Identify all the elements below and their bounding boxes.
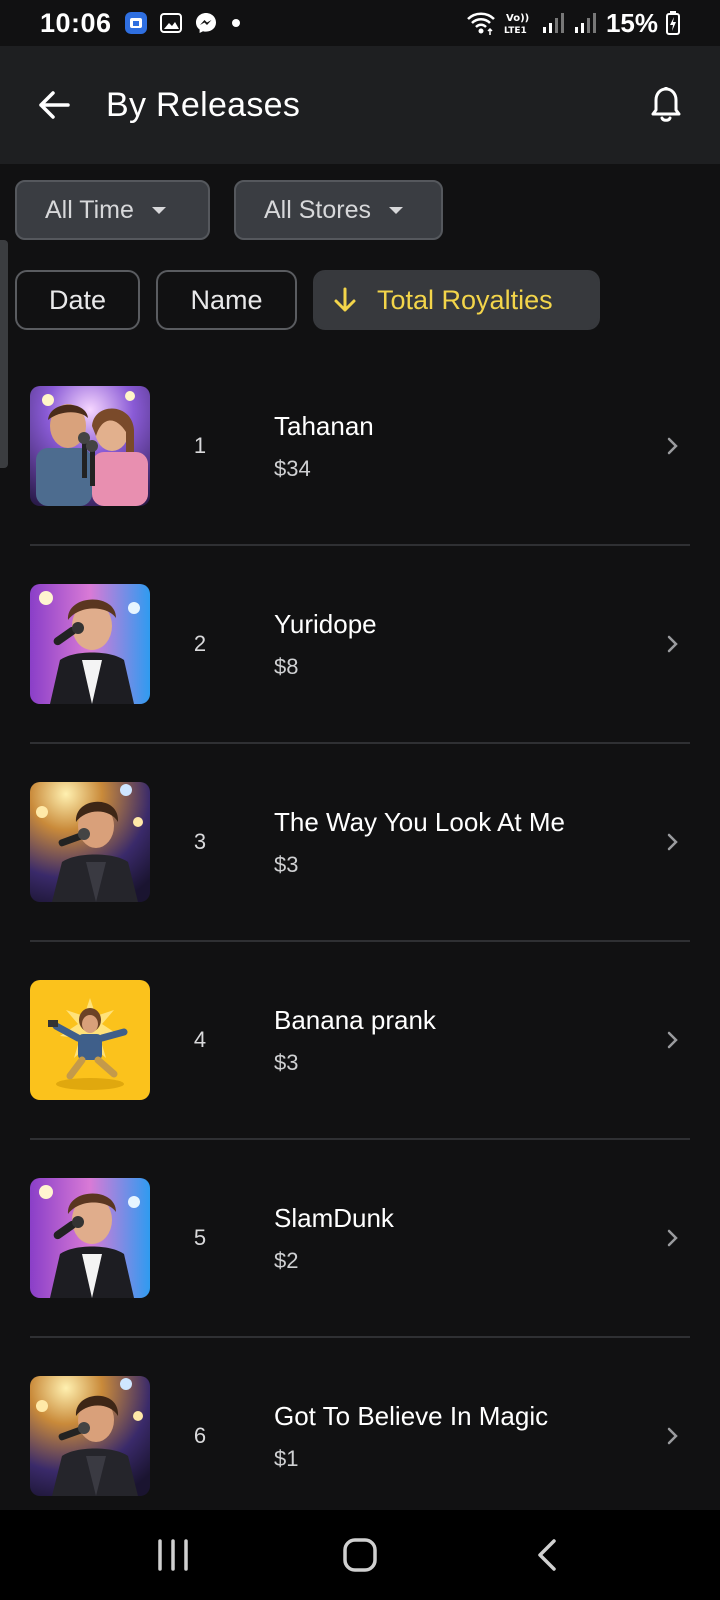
svg-text:Vo)): Vo)) <box>506 13 529 24</box>
stores-filter-dropdown[interactable]: All Stores <box>234 180 443 240</box>
sort-date-chip[interactable]: Date <box>15 270 140 330</box>
wifi-icon <box>466 10 496 36</box>
chevron-right-icon <box>667 635 678 653</box>
release-cover-image <box>30 782 150 902</box>
system-back-button[interactable] <box>517 1525 577 1585</box>
scroll-indicator <box>0 240 8 468</box>
release-rank: 5 <box>193 1225 207 1250</box>
gallery-icon <box>159 12 182 34</box>
release-rank: 1 <box>193 433 207 458</box>
release-royalties: $3 <box>274 851 299 877</box>
release-rank: 4 <box>193 1027 207 1052</box>
release-rank: 2 <box>193 631 207 656</box>
sort-total-royalties-chip[interactable]: Total Royalties <box>313 270 600 330</box>
status-bar: 10:06 Vo)) LTE1 15% <box>0 0 720 46</box>
bell-icon <box>651 87 681 122</box>
release-row[interactable]: 3 The Way You Look At Me $3 <box>30 744 690 942</box>
recent-apps-button[interactable] <box>143 1525 203 1585</box>
release-title: Yuridope <box>274 608 377 639</box>
release-info: The Way You Look At Me $3 <box>274 807 565 878</box>
release-title: Tahanan <box>274 410 374 441</box>
release-royalties: $8 <box>274 653 299 679</box>
filter-row: All Time All Stores <box>15 180 443 240</box>
back-button[interactable] <box>36 87 72 123</box>
caret-down-icon <box>388 206 403 214</box>
release-cover-image <box>30 1376 150 1496</box>
chevron-right-icon <box>667 1229 678 1247</box>
arrow-left-icon <box>39 91 70 119</box>
recent-apps-icon <box>158 1539 189 1571</box>
messenger-icon <box>194 11 218 35</box>
sort-row: Date Name Total Royalties <box>15 270 600 330</box>
release-title: Banana prank <box>274 1004 436 1035</box>
signal-icon <box>542 12 566 34</box>
sort-name-label: Name <box>190 284 263 315</box>
caret-down-icon <box>151 206 166 214</box>
back-chevron-icon <box>537 1539 556 1571</box>
release-info: Tahanan $34 <box>274 411 374 482</box>
signal-2-icon <box>574 12 598 34</box>
battery-percent: 15% <box>605 7 658 38</box>
release-row[interactable]: 2 Yuridope $8 <box>30 546 690 744</box>
release-cover-image <box>30 1178 150 1298</box>
chevron-right-icon <box>667 1427 678 1445</box>
release-rank: 6 <box>193 1423 207 1448</box>
release-royalties: $1 <box>274 1445 299 1471</box>
release-royalties: $2 <box>274 1247 299 1273</box>
app-notification-icon <box>124 11 148 35</box>
home-icon <box>343 1538 377 1572</box>
sort-date-label: Date <box>48 284 107 315</box>
release-title: SlamDunk <box>274 1202 394 1233</box>
release-info: Yuridope $8 <box>274 609 377 680</box>
release-rank: 3 <box>193 829 207 854</box>
release-royalties: $3 <box>274 1049 299 1075</box>
release-cover-image <box>30 584 150 704</box>
release-info: SlamDunk $2 <box>274 1203 394 1274</box>
sort-total-royalties-label: Total Royalties <box>377 284 553 315</box>
app-header: By Releases <box>0 46 720 164</box>
page-title: By Releases <box>106 85 301 124</box>
notifications-button[interactable] <box>648 85 684 125</box>
volte-icon: Vo)) LTE1 <box>504 11 534 35</box>
release-info: Banana prank $3 <box>274 1005 436 1076</box>
chevron-right-icon <box>667 1031 678 1049</box>
battery-icon <box>666 11 680 35</box>
svg-text:LTE1: LTE1 <box>504 26 527 35</box>
release-cover-image <box>30 980 150 1100</box>
system-nav-bar <box>0 1510 720 1600</box>
more-notifications-dot-icon <box>230 17 242 29</box>
release-royalties: $34 <box>274 455 311 481</box>
time-filter-dropdown[interactable]: All Time <box>15 180 210 240</box>
release-row[interactable]: 6 Got To Believe In Magic $1 <box>30 1338 690 1536</box>
status-time: 10:06 <box>40 7 112 38</box>
release-list: 1 Tahanan $34 2 Yuridope $8 3 The Way Yo… <box>30 348 690 1536</box>
chevron-right-icon <box>667 833 678 851</box>
stores-filter-label: All Stores <box>264 195 371 224</box>
release-info: Got To Believe In Magic $1 <box>274 1401 548 1472</box>
release-cover-image <box>30 386 150 506</box>
home-button[interactable] <box>330 1525 390 1585</box>
release-row[interactable]: 1 Tahanan $34 <box>30 348 690 546</box>
release-row[interactable]: 5 SlamDunk $2 <box>30 1140 690 1338</box>
release-title: The Way You Look At Me <box>274 806 565 837</box>
chevron-right-icon <box>667 437 678 455</box>
release-row[interactable]: 4 Banana prank $3 <box>30 942 690 1140</box>
release-title: Got To Believe In Magic <box>274 1400 549 1431</box>
time-filter-label: All Time <box>45 195 134 224</box>
sort-name-chip[interactable]: Name <box>156 270 297 330</box>
arrow-down-icon <box>333 287 357 313</box>
